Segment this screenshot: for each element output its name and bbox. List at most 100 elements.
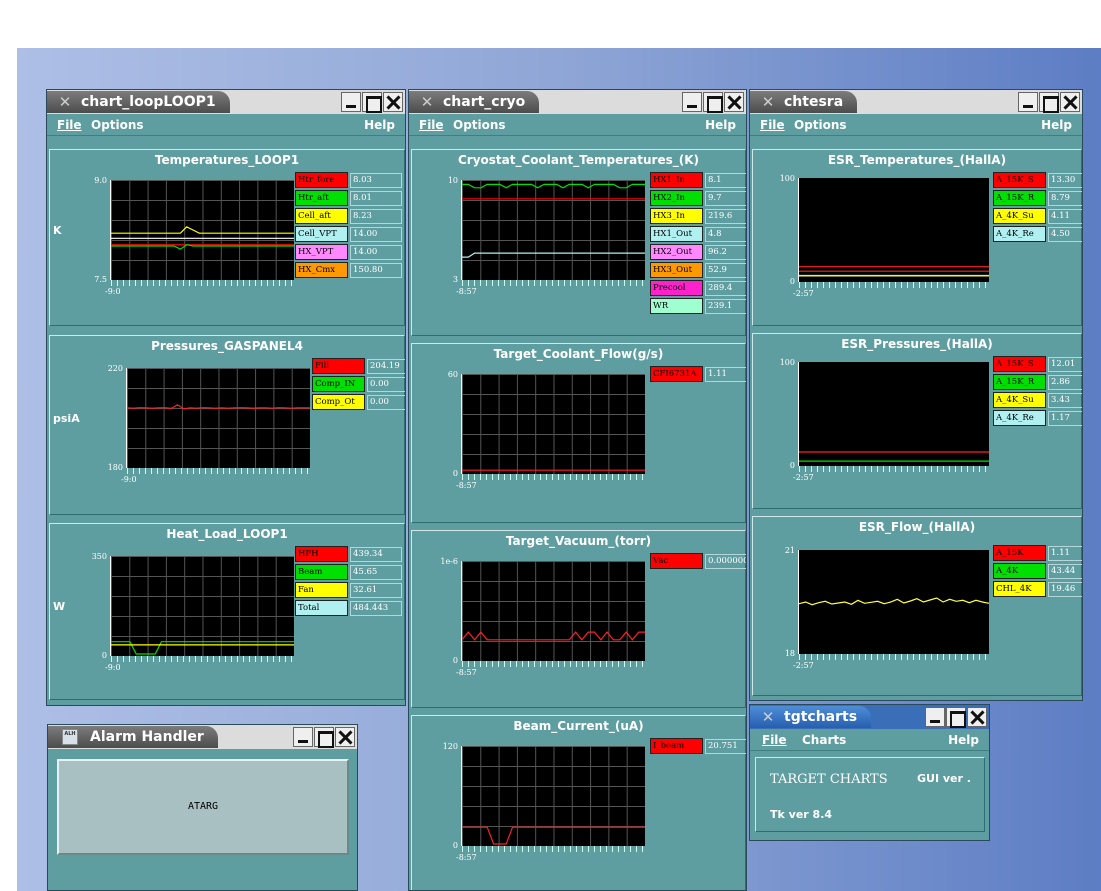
titlebar[interactable]: ✕ chart_loopLOOP1	[47, 90, 405, 114]
plot-svg	[799, 451, 989, 462]
y-tick-label: 21	[784, 546, 795, 555]
legend-row: HX_Cmx 150.80	[295, 262, 402, 278]
y-tick-label: 0	[452, 656, 458, 665]
x-tick-label: -8:57	[456, 668, 477, 677]
legend-label: A_15K_R	[993, 374, 1046, 390]
y-tick-label: 350	[91, 552, 107, 561]
legend-value: 52.9	[705, 263, 746, 278]
legend-value: 4.50	[1048, 227, 1082, 242]
x-axis-ticks	[111, 280, 294, 286]
maximize-button[interactable]	[703, 92, 723, 113]
legend-value: 0.00	[367, 377, 405, 392]
x11-logo-icon: ✕	[420, 93, 434, 111]
minimize-button[interactable]	[1018, 92, 1038, 112]
plot-svg	[799, 597, 989, 606]
legend-label: A_4K_Su	[993, 208, 1046, 224]
close-button[interactable]	[335, 727, 355, 747]
legend-value: 219.6	[705, 209, 746, 224]
maximize-button[interactable]	[1039, 92, 1059, 113]
legend-row: A_4K_Su 4.11	[993, 208, 1082, 224]
legend-value: 4.11	[1048, 209, 1082, 224]
legend-label: HX3_Out	[650, 262, 703, 278]
menu-charts[interactable]: Charts	[802, 733, 846, 747]
minimize-button[interactable]	[341, 92, 361, 112]
menu-options[interactable]: Options	[453, 118, 506, 132]
menu-file[interactable]: File	[57, 118, 82, 132]
titlebar[interactable]: ✕ tgtcharts	[750, 705, 989, 729]
menu-file[interactable]: File	[419, 118, 444, 132]
plot-svg	[462, 631, 645, 641]
y-axis-label: K	[53, 224, 62, 237]
series-line-i_beam	[462, 826, 645, 845]
titlebar[interactable]: ALH Alarm Handler	[48, 725, 357, 749]
chart-panel-coolant-flow: Target_Coolant_Flow(g/s) 60 0 -8:57 CFI6731A…	[411, 343, 746, 523]
legend-label: A_4K	[993, 563, 1046, 579]
y-axis	[798, 178, 799, 282]
legend-value: 45.65	[350, 565, 402, 580]
plot-svg	[799, 266, 989, 277]
menu-help[interactable]: Help	[364, 118, 395, 132]
y-tick-label: 0	[789, 461, 795, 470]
maximize-button[interactable]	[314, 727, 334, 748]
close-button[interactable]	[724, 92, 744, 112]
titlebar[interactable]: ✕ chart_cryo	[409, 90, 746, 114]
legend-row: Vac0.0000002	[650, 553, 746, 569]
legend-label: HPH	[295, 546, 348, 562]
chart-title: Target_Coolant_Flow(g/s)	[493, 347, 664, 361]
series-line-fill	[127, 404, 310, 410]
legend-label: A_4K_Re	[993, 226, 1046, 242]
menu-help[interactable]: Help	[705, 118, 736, 132]
y-axis	[461, 746, 462, 846]
x-axis-ticks	[799, 466, 989, 472]
legend-row: A_15K 1.11	[993, 545, 1082, 561]
menu-file[interactable]: File	[762, 733, 787, 747]
window-title: ✕ chart_cryo	[409, 91, 540, 113]
y-axis	[798, 362, 799, 466]
chart-panel-pressures: Pressures_GASPANEL4 220 180 -9:0 psiA Fill 204…	[49, 335, 405, 515]
chart-panel-heat-load: Heat_Load_LOOP1 350 0 -9:0 W HPH 439.34 Beam 45.…	[49, 523, 405, 700]
menu-options[interactable]: Options	[794, 118, 847, 132]
legend-value: 1.11	[1048, 546, 1082, 561]
x-tick-label: -8:57	[456, 481, 477, 490]
chart-panel-cryo-temps: Cryostat_Coolant_Temperatures_(K) 10 3 -8:5…	[411, 149, 746, 336]
close-button[interactable]	[383, 92, 403, 112]
chart-panel-esr-pressures: ESR_Pressures_(HallA) 100 0 -2:57 A_15K_S 12.…	[752, 333, 1082, 509]
plot-svg	[462, 469, 645, 471]
legend-label: Htr_aft	[295, 190, 348, 206]
y-tick-label: 0	[101, 651, 107, 660]
x-tick-label: -2:57	[793, 473, 814, 482]
minimize-button[interactable]	[293, 727, 313, 747]
window-tgtcharts: ✕ tgtcharts File Charts Help TARGET CHART…	[749, 704, 990, 841]
legend-row: HX3_Out 52.9	[650, 262, 746, 278]
x-tick-label: -2:57	[793, 661, 814, 670]
menu-options[interactable]: Options	[91, 118, 144, 132]
x-axis-ticks	[111, 656, 294, 662]
legend-value: 19.46	[1048, 582, 1082, 597]
legend-row: Cell_VPT 14.00	[295, 226, 402, 242]
legend-value: 8.03	[350, 173, 402, 188]
maximize-button[interactable]	[946, 707, 966, 728]
close-button[interactable]	[1060, 92, 1080, 112]
y-tick-label: 0	[452, 469, 458, 478]
series-line-cell_aft	[111, 226, 294, 234]
menu-file[interactable]: File	[760, 118, 785, 132]
x-tick-label: -9:0	[105, 663, 121, 672]
legend-label: WR	[650, 298, 703, 314]
legend-value: 32.61	[350, 583, 402, 598]
legend-row: CFI6731A 1.11	[650, 366, 746, 382]
legend-label: Total	[295, 600, 348, 616]
legend-label: HX2_In	[650, 190, 703, 206]
minimize-button[interactable]	[682, 92, 702, 112]
close-button[interactable]	[967, 707, 987, 727]
menu-help[interactable]: Help	[1041, 118, 1072, 132]
y-tick-label: 10	[447, 176, 458, 185]
legend-value: 289.4	[705, 281, 746, 296]
legend-row: HX2_Out 96.2	[650, 244, 746, 260]
menu-help[interactable]: Help	[948, 733, 979, 747]
legend-value: 4.8	[705, 227, 746, 242]
legend-label: A_15K_R	[993, 190, 1046, 206]
titlebar[interactable]: ✕ chtesra	[750, 90, 1082, 114]
minimize-button[interactable]	[925, 707, 945, 727]
alarm-group-button[interactable]: ATARG	[57, 759, 349, 855]
maximize-button[interactable]	[362, 92, 382, 113]
